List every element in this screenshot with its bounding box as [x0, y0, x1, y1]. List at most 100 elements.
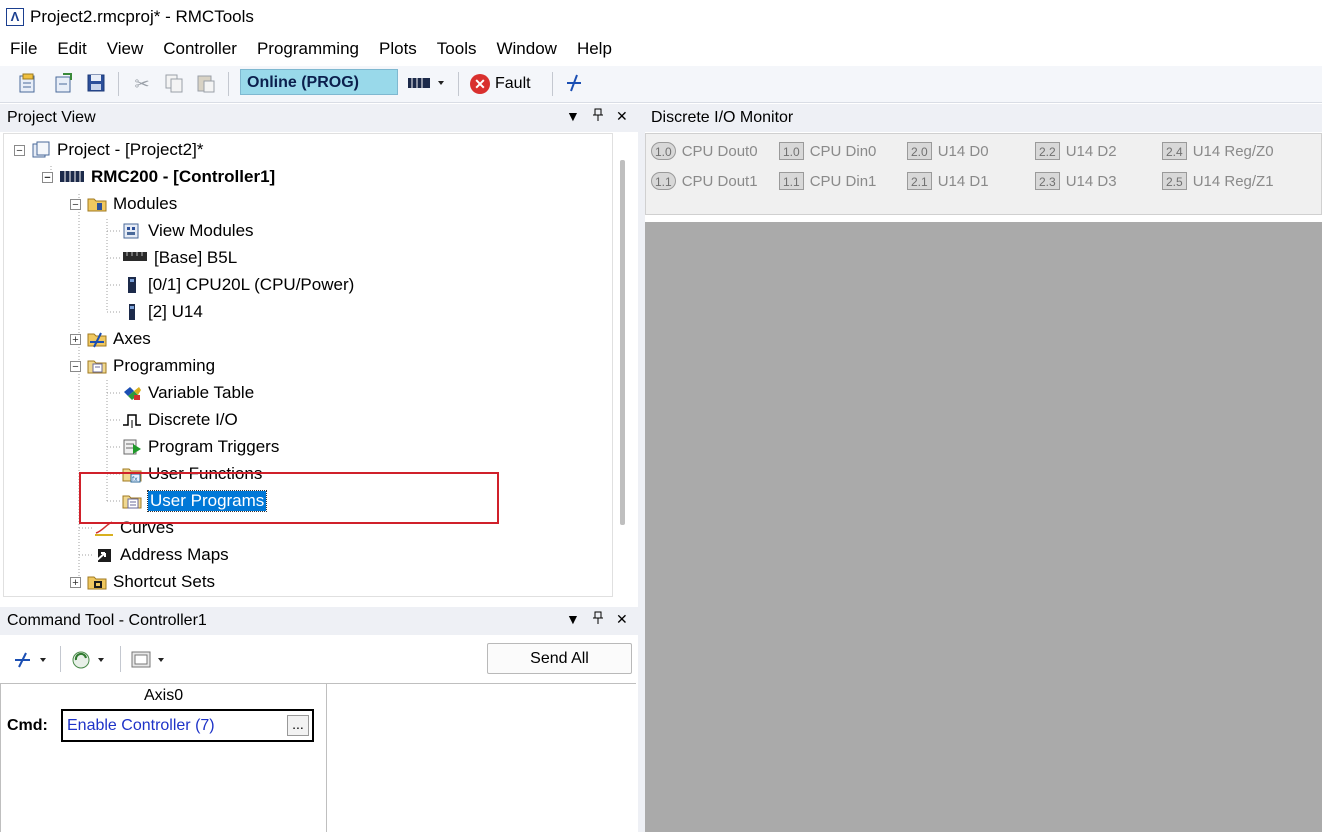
collapse-toggle[interactable]: −: [42, 171, 53, 183]
tree-label: Program Triggers: [148, 437, 280, 456]
menu-controller[interactable]: Controller: [153, 35, 247, 65]
grid-left-border: [0, 683, 1, 832]
title-bar: Λ Project2.rmcproj* - RMCTools: [0, 0, 1322, 34]
axis-tools-icon[interactable]: [562, 72, 586, 96]
tree-node-axes[interactable]: + Axes: [70, 327, 151, 351]
address-maps-icon: [94, 546, 114, 564]
tree-label: Discrete I/O: [148, 410, 238, 429]
io-indicator: 1.1 CPU Dout1: [651, 172, 758, 190]
tree-node-program-triggers[interactable]: Program Triggers: [122, 435, 279, 459]
axis-tools-dropdown[interactable]: [12, 648, 52, 672]
project-icon: [31, 141, 51, 159]
pin-icon[interactable]: [592, 108, 604, 125]
pin-icon[interactable]: [592, 611, 604, 628]
menu-programming[interactable]: Programming: [247, 35, 369, 65]
io-badge: 2.3: [1035, 172, 1060, 190]
tree-label: Address Maps: [120, 545, 229, 564]
menu-plots[interactable]: Plots: [369, 35, 427, 65]
app-logo-icon: Λ: [6, 8, 24, 26]
rmc200-controller-icon: [59, 168, 85, 186]
io-label: CPU Din0: [809, 142, 877, 160]
tree-node-discrete-io[interactable]: Discrete I/O: [122, 408, 238, 432]
fault-label: Fault: [495, 75, 531, 92]
refresh-dropdown[interactable]: [70, 648, 110, 672]
io-label: U14 D0: [937, 142, 989, 160]
tree-label: RMC200 - [Controller1]: [91, 167, 276, 186]
tree-node-modules[interactable]: − Modules: [70, 192, 177, 216]
new-project-icon[interactable]: [16, 72, 40, 96]
io-indicator: 2.5 U14 Reg/Z1: [1162, 172, 1274, 190]
view-modules-icon: [122, 222, 142, 240]
window-title: Project2.rmcproj* - RMCTools: [30, 7, 254, 26]
copy-icon[interactable]: [162, 72, 186, 96]
expand-toggle[interactable]: +: [70, 333, 81, 345]
menu-tools[interactable]: Tools: [427, 35, 487, 65]
collapse-toggle[interactable]: −: [14, 144, 25, 156]
tree-node-address-maps[interactable]: Address Maps: [94, 543, 229, 567]
panel-dropdown-icon[interactable]: ▼: [566, 108, 580, 124]
io-indicator: 1.0 CPU Dout0: [651, 142, 758, 160]
online-mode-field[interactable]: Online (PROG): [240, 69, 398, 95]
collapse-toggle[interactable]: −: [70, 360, 81, 372]
tree-scrollbar[interactable]: [620, 160, 625, 525]
tree-label: View Modules: [148, 221, 254, 240]
close-icon[interactable]: ✕: [616, 108, 628, 125]
tree-node-programming[interactable]: − Programming: [70, 354, 215, 378]
mdi-workspace: [645, 222, 1322, 832]
cmd-label: Cmd:: [7, 717, 48, 734]
fault-button[interactable]: ✕ Fault: [470, 71, 531, 97]
tree-node-base[interactable]: [Base] B5L: [122, 246, 237, 270]
tree-node-u14[interactable]: [2] U14: [122, 300, 203, 324]
io-badge: 1.1: [651, 172, 676, 190]
tree-node-cpu[interactable]: [0/1] CPU20L (CPU/Power): [122, 273, 354, 297]
tree-node-project[interactable]: − Project - [Project2]*: [14, 138, 203, 162]
project-view-header: Project View ▼ ✕: [0, 104, 638, 132]
io-label: CPU Dout1: [681, 172, 758, 190]
tree-node-controller[interactable]: − RMC200 - [Controller1]: [42, 165, 275, 189]
cut-icon[interactable]: ✂: [130, 72, 154, 96]
paste-icon[interactable]: [194, 72, 218, 96]
panel-dropdown-icon[interactable]: ▼: [566, 611, 580, 627]
program-triggers-icon: [122, 438, 142, 456]
menu-bar: File Edit View Controller Programming Pl…: [0, 35, 1322, 65]
open-project-icon[interactable]: [52, 72, 76, 96]
command-input[interactable]: Enable Controller (7): [61, 709, 314, 742]
tree-label: [Base] B5L: [154, 248, 238, 267]
command-tool-header: Command Tool - Controller1 ▼ ✕: [0, 607, 638, 635]
tree-node-view-modules[interactable]: View Modules: [122, 219, 254, 243]
io-badge: 2.2: [1035, 142, 1060, 160]
tree-label: Modules: [113, 194, 178, 213]
io-indicator: 1.0 CPU Din0: [779, 142, 876, 160]
menu-window[interactable]: Window: [486, 35, 566, 65]
controller-dropdown[interactable]: [406, 72, 446, 96]
toolbar-separator: [118, 72, 119, 96]
io-label: U14 D1: [937, 172, 989, 190]
u14-module-icon: [122, 303, 142, 321]
io-label: U14 D3: [1065, 172, 1117, 190]
send-all-button[interactable]: Send All: [487, 643, 632, 674]
io-badge: 2.5: [1162, 172, 1187, 190]
close-icon[interactable]: ✕: [616, 611, 628, 628]
menu-file[interactable]: File: [0, 35, 47, 65]
expand-toggle[interactable]: +: [70, 576, 81, 588]
fault-icon: ✕: [470, 74, 490, 94]
menu-help[interactable]: Help: [567, 35, 622, 65]
io-monitor-title: Discrete I/O Monitor: [651, 109, 794, 126]
fkey-dropdown[interactable]: [130, 648, 170, 672]
panel-splitter[interactable]: [638, 104, 645, 832]
tree-node-variable-table[interactable]: Variable Table: [122, 381, 254, 405]
io-badge: 1.0: [651, 142, 676, 160]
menu-view[interactable]: View: [97, 35, 154, 65]
io-badge: 1.0: [779, 142, 804, 160]
collapse-toggle[interactable]: −: [70, 198, 81, 210]
discrete-io-icon: [122, 411, 142, 429]
variable-table-icon: [122, 384, 142, 402]
axes-folder-icon: [87, 330, 107, 348]
toolbar-separator: [120, 646, 121, 672]
tree-node-shortcut-sets[interactable]: + Shortcut Sets: [70, 570, 215, 594]
save-icon[interactable]: [84, 72, 108, 96]
command-browse-button[interactable]: ...: [287, 715, 309, 736]
menu-edit[interactable]: Edit: [47, 35, 96, 65]
io-badge: 1.1: [779, 172, 804, 190]
tree-label: Variable Table: [148, 383, 255, 402]
